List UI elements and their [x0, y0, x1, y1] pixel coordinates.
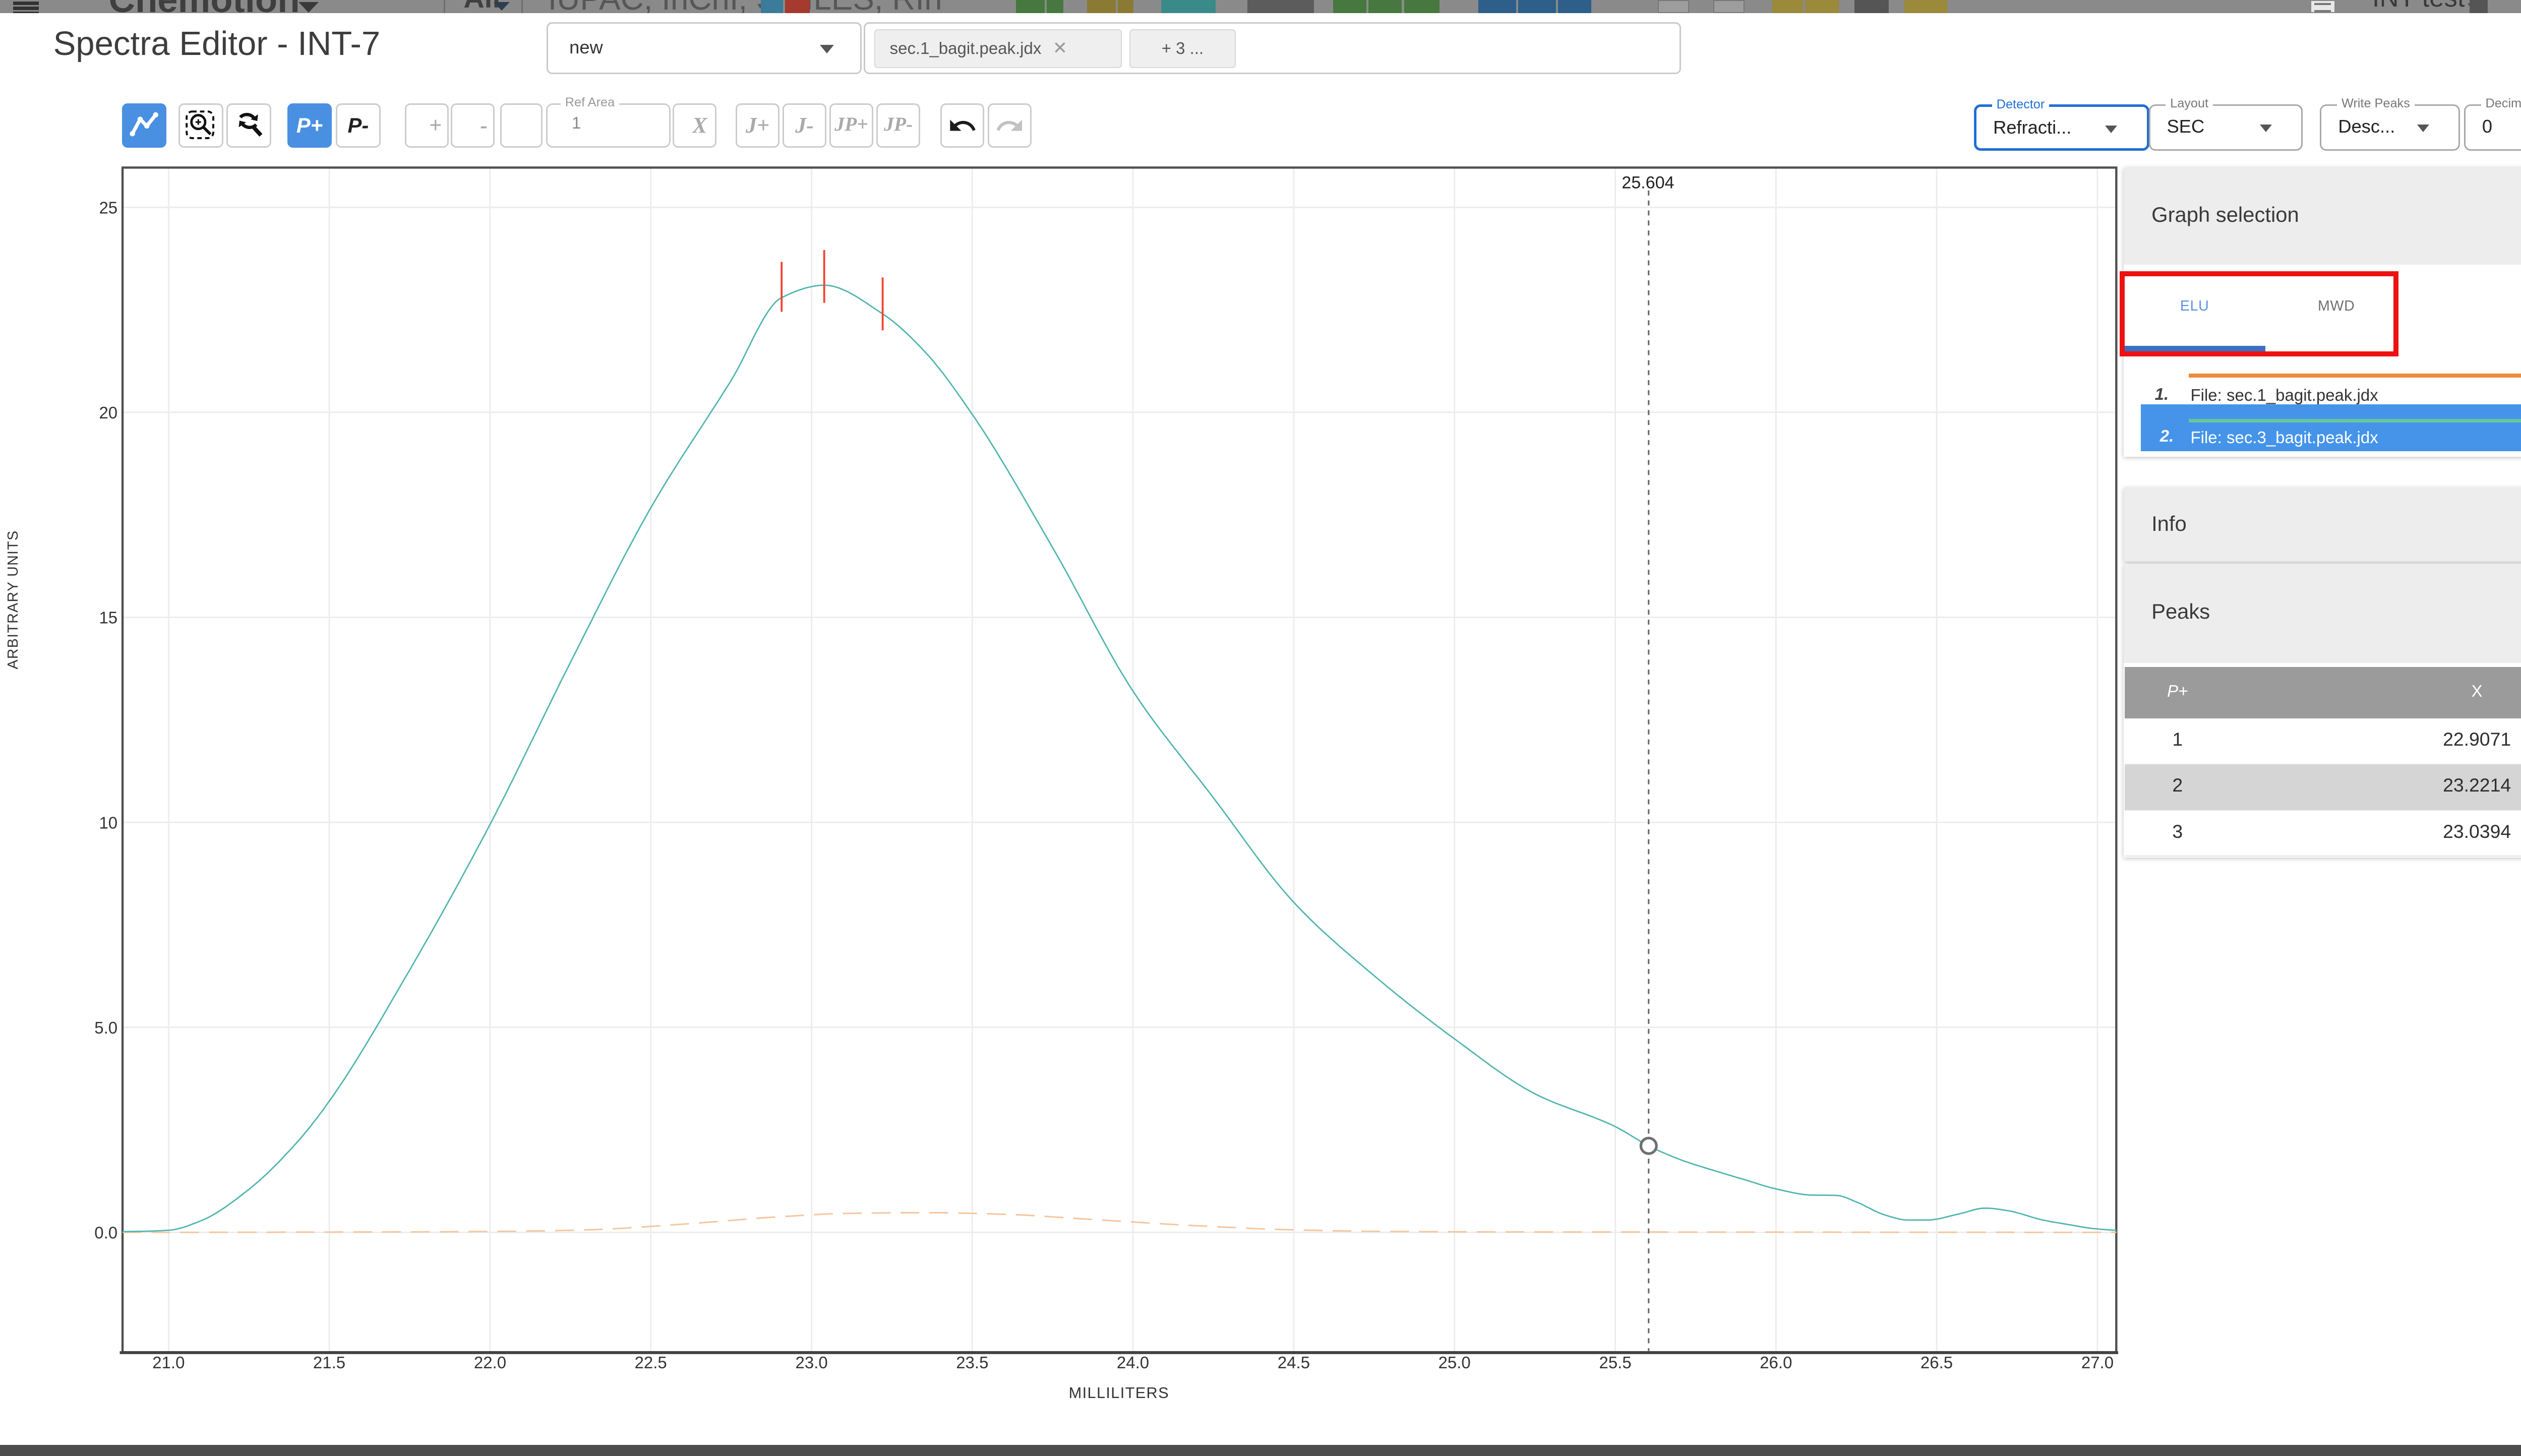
svg-text:23.0: 23.0 — [796, 1353, 828, 1372]
svg-text:22.0: 22.0 — [474, 1353, 506, 1372]
svg-text:25.0: 25.0 — [1438, 1353, 1471, 1372]
svg-text:26.0: 26.0 — [1760, 1353, 1792, 1372]
svg-text:26.5: 26.5 — [1920, 1353, 1953, 1372]
svg-text:15: 15 — [99, 609, 117, 627]
svg-text:25.604: 25.604 — [1622, 173, 1674, 193]
svg-text:22.5: 22.5 — [635, 1353, 667, 1372]
svg-text:21.5: 21.5 — [313, 1353, 345, 1372]
svg-text:20: 20 — [99, 403, 117, 422]
svg-text:ARBITRARY UNITS: ARBITRARY UNITS — [5, 530, 21, 670]
svg-text:25.5: 25.5 — [1599, 1353, 1632, 1372]
svg-text:27.0: 27.0 — [2081, 1353, 2114, 1372]
svg-text:10: 10 — [99, 814, 117, 832]
svg-text:24.5: 24.5 — [1278, 1353, 1310, 1372]
svg-text:24.0: 24.0 — [1117, 1353, 1149, 1372]
svg-text:5.0: 5.0 — [94, 1018, 117, 1037]
svg-text:25: 25 — [99, 199, 117, 217]
svg-text:0.0: 0.0 — [94, 1224, 117, 1242]
svg-text:23.5: 23.5 — [956, 1353, 988, 1372]
svg-text:MILLILITERS: MILLILITERS — [1069, 1384, 1169, 1402]
svg-text:21.0: 21.0 — [152, 1353, 185, 1372]
